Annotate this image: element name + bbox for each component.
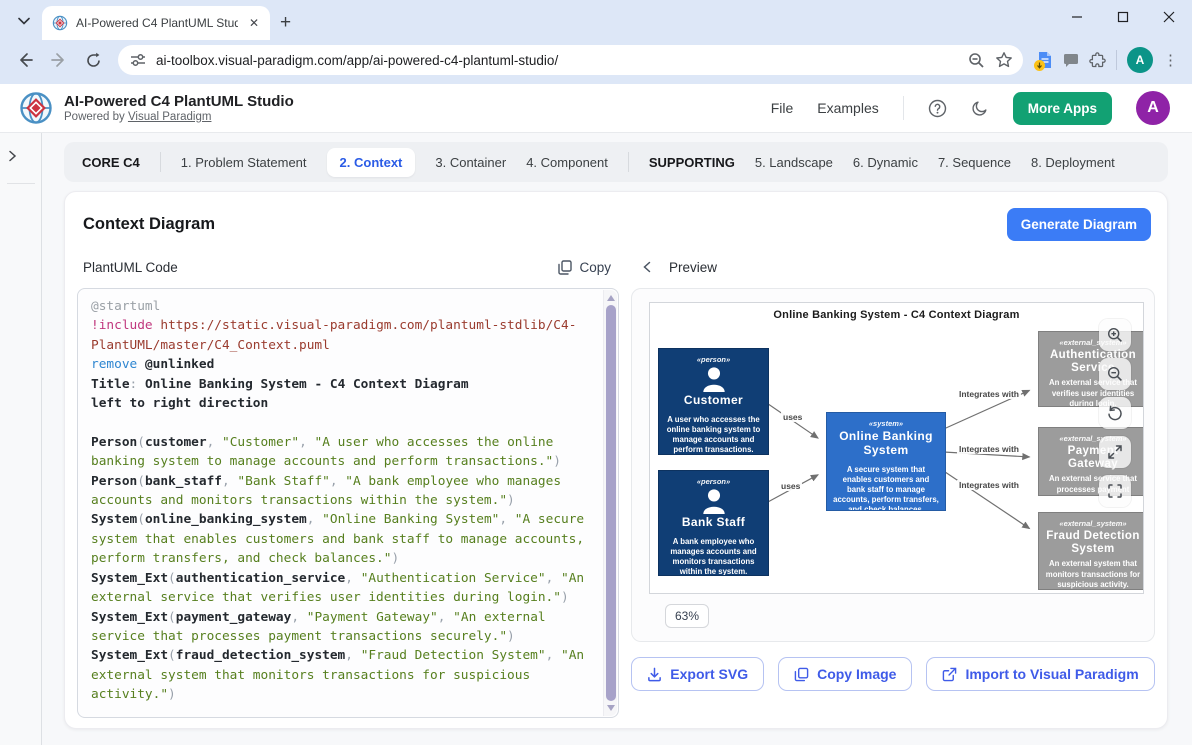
visual-paradigm-logo bbox=[18, 90, 54, 126]
external-link-icon bbox=[942, 667, 957, 682]
docs-extension-icon[interactable] bbox=[1037, 51, 1053, 69]
copy-icon bbox=[794, 667, 809, 682]
relation-label: Integrates with bbox=[957, 389, 1021, 399]
window-close-icon[interactable] bbox=[1146, 0, 1192, 34]
copy-icon bbox=[558, 260, 572, 275]
expand-sidebar-chevron-icon[interactable] bbox=[8, 143, 34, 169]
copy-image-button[interactable]: Copy Image bbox=[778, 657, 912, 691]
tab-problem-statement[interactable]: 1. Problem Statement bbox=[181, 155, 307, 170]
relation-label: Integrates with bbox=[957, 480, 1021, 490]
node-fraud-detection-system[interactable]: «external_system» Fraud Detection System… bbox=[1038, 512, 1144, 590]
gray-extension-icon[interactable] bbox=[1063, 53, 1079, 68]
tab-component[interactable]: 4. Component bbox=[526, 155, 608, 170]
zoom-out-icon[interactable] bbox=[1099, 358, 1131, 390]
diagram-canvas[interactable]: Online Banking System - C4 Context Diagr… bbox=[649, 302, 1144, 594]
tab-dynamic[interactable]: 6. Dynamic bbox=[853, 155, 918, 170]
extensions-area: A ⋮ bbox=[1033, 47, 1182, 73]
preview-panel-title: Preview bbox=[669, 260, 717, 275]
tab-deployment[interactable]: 8. Deployment bbox=[1031, 155, 1115, 170]
download-icon bbox=[647, 667, 662, 682]
back-icon[interactable] bbox=[10, 45, 40, 75]
content-card: Context Diagram Generate Diagram PlantUM… bbox=[64, 191, 1168, 729]
bookmark-star-icon[interactable] bbox=[995, 51, 1013, 69]
help-icon[interactable] bbox=[928, 99, 947, 118]
menu-examples[interactable]: Examples bbox=[817, 100, 878, 116]
tab-section-supporting: SUPPORTING bbox=[649, 155, 735, 170]
scrollbar-up-icon[interactable] bbox=[607, 295, 615, 301]
user-avatar[interactable]: A bbox=[1136, 91, 1170, 125]
tab-section-core-c4: CORE C4 bbox=[82, 155, 140, 170]
maximize-icon[interactable] bbox=[1099, 436, 1131, 468]
reset-zoom-icon[interactable] bbox=[1099, 397, 1131, 429]
reload-icon[interactable] bbox=[78, 45, 108, 75]
app-header: AI-Powered C4 PlantUML Studio Powered by… bbox=[0, 84, 1192, 133]
export-svg-button[interactable]: Export SVG bbox=[631, 657, 764, 691]
tab-title: AI-Powered C4 PlantUML Studio bbox=[76, 16, 238, 30]
tab-close-icon[interactable]: ✕ bbox=[246, 16, 262, 30]
app-title: AI-Powered C4 PlantUML Studio bbox=[64, 93, 294, 110]
main-area: CORE C4 1. Problem Statement 2. Context … bbox=[42, 133, 1192, 745]
forward-icon[interactable] bbox=[44, 45, 74, 75]
url-bar[interactable]: ai-toolbox.visual-paradigm.com/app/ai-po… bbox=[118, 45, 1023, 75]
tab-search-chevron-icon[interactable] bbox=[10, 7, 38, 35]
fit-view-icon[interactable] bbox=[1099, 475, 1131, 507]
tab-container[interactable]: 3. Container bbox=[435, 155, 506, 170]
tab-context[interactable]: 2. Context bbox=[327, 148, 416, 177]
browser-tab-strip: AI-Powered C4 PlantUML Studio ✕ + bbox=[0, 0, 1192, 40]
window-minimize-icon[interactable] bbox=[1054, 0, 1100, 34]
code-editor-box[interactable]: @startuml!include https://static.visual-… bbox=[77, 288, 619, 718]
node-bank-staff[interactable]: «person» Bank Staff A bank employee who … bbox=[658, 470, 769, 576]
site-info-icon[interactable] bbox=[130, 52, 146, 68]
import-to-visual-paradigm-button[interactable]: Import to Visual Paradigm bbox=[926, 657, 1154, 691]
relation-label: uses bbox=[779, 481, 802, 491]
app-title-block: AI-Powered C4 PlantUML Studio Powered by… bbox=[64, 93, 294, 122]
scrollbar-thumb[interactable] bbox=[606, 305, 616, 701]
visual-paradigm-link[interactable]: Visual Paradigm bbox=[128, 111, 212, 123]
new-tab-button[interactable]: + bbox=[280, 13, 291, 32]
zoom-level-badge: 63% bbox=[665, 604, 709, 628]
browser-window: AI-Powered C4 PlantUML Studio ✕ + ai-too… bbox=[0, 0, 1192, 745]
powered-by: Powered by Visual Paradigm bbox=[64, 111, 294, 123]
generate-diagram-button[interactable]: Generate Diagram bbox=[1007, 208, 1151, 241]
rail-divider bbox=[7, 183, 35, 184]
preview-panel: Online Banking System - C4 Context Diagr… bbox=[631, 288, 1155, 642]
toolbar-separator bbox=[1116, 50, 1117, 70]
node-online-banking-system[interactable]: «system» Online Banking System A secure … bbox=[826, 412, 946, 511]
person-icon bbox=[700, 488, 728, 514]
browser-toolbar: ai-toolbox.visual-paradigm.com/app/ai-po… bbox=[0, 40, 1192, 84]
code-scrollbar[interactable] bbox=[603, 290, 617, 716]
zoom-in-icon[interactable] bbox=[1099, 319, 1131, 351]
preview-zoom-controls bbox=[1099, 319, 1131, 507]
favicon bbox=[52, 15, 68, 31]
chrome-profile-avatar[interactable]: A bbox=[1127, 47, 1153, 73]
browser-menu-icon[interactable]: ⋮ bbox=[1163, 51, 1178, 69]
side-rail bbox=[0, 133, 42, 745]
more-apps-button[interactable]: More Apps bbox=[1013, 92, 1112, 125]
url-text[interactable]: ai-toolbox.visual-paradigm.com/app/ai-po… bbox=[156, 53, 958, 68]
preview-actions: Export SVG Copy Image bbox=[631, 657, 1155, 691]
code-panel-title: PlantUML Code bbox=[83, 260, 178, 275]
code-editor[interactable]: @startuml!include https://static.visual-… bbox=[78, 289, 618, 718]
dark-mode-moon-icon[interactable] bbox=[971, 99, 989, 117]
diagram-tabbar: CORE C4 1. Problem Statement 2. Context … bbox=[64, 142, 1168, 182]
tab-landscape[interactable]: 5. Landscape bbox=[755, 155, 833, 170]
window-controls bbox=[1054, 0, 1192, 34]
menu-file[interactable]: File bbox=[771, 100, 794, 116]
relation-label: uses bbox=[781, 412, 804, 422]
collapse-preview-chevron-icon[interactable] bbox=[643, 261, 651, 273]
header-separator bbox=[903, 96, 904, 120]
copy-code-button[interactable]: Copy bbox=[558, 260, 611, 275]
browser-tab[interactable]: AI-Powered C4 PlantUML Studio ✕ bbox=[42, 6, 270, 40]
person-icon bbox=[700, 366, 728, 392]
node-customer[interactable]: «person» Customer A user who accesses th… bbox=[658, 348, 769, 455]
tab-sequence[interactable]: 7. Sequence bbox=[938, 155, 1011, 170]
zoom-page-icon[interactable] bbox=[968, 52, 985, 69]
page-title: Context Diagram bbox=[83, 215, 215, 234]
scrollbar-down-icon[interactable] bbox=[607, 705, 615, 711]
window-maximize-icon[interactable] bbox=[1100, 0, 1146, 34]
relation-label: Integrates with bbox=[957, 444, 1021, 454]
extensions-puzzle-icon[interactable] bbox=[1089, 52, 1106, 69]
